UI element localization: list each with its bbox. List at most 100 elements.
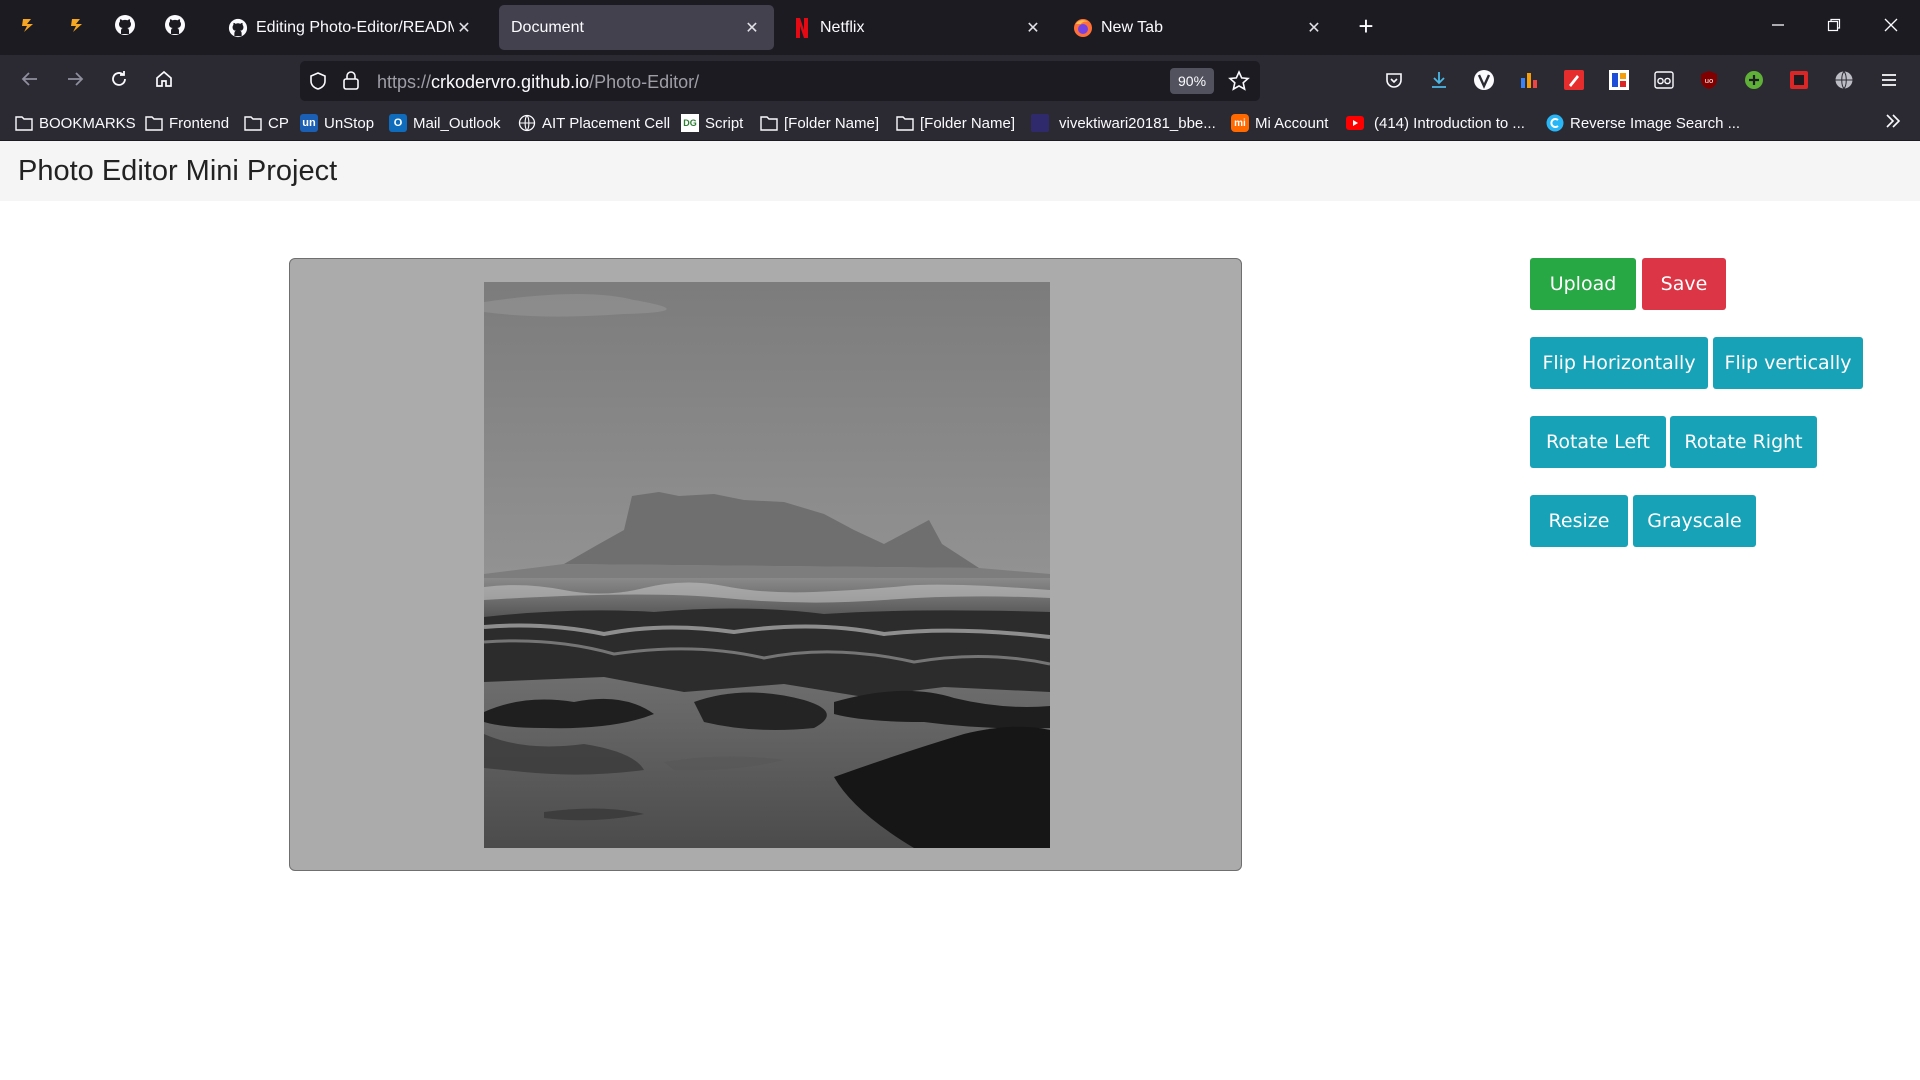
home-button[interactable] xyxy=(147,64,181,98)
tracking-shield-icon[interactable] xyxy=(308,71,328,96)
tab-document[interactable]: Document ✕ xyxy=(499,5,774,50)
downloads-icon[interactable] xyxy=(1427,68,1451,92)
tab-title: New Tab xyxy=(1101,18,1163,36)
close-window-button[interactable] xyxy=(1871,10,1911,44)
pinned-tab-2[interactable] xyxy=(63,13,91,41)
rotate-left-button[interactable]: Rotate Left xyxy=(1530,416,1666,468)
bookmark-label: Mi Account xyxy=(1255,114,1329,132)
add-extension-icon[interactable] xyxy=(1742,68,1766,92)
bookmark-label: Reverse Image Search ... xyxy=(1570,114,1741,132)
color-extension-icon[interactable] xyxy=(1607,68,1631,92)
netflix-icon xyxy=(792,17,812,38)
ublock-origin-icon[interactable]: uo xyxy=(1697,68,1721,92)
reverse-search-icon xyxy=(1546,114,1564,132)
bookmark-label: [Folder Name] xyxy=(920,114,1016,132)
highlighter-extension-icon[interactable] xyxy=(1562,68,1586,92)
vimium-extension-icon[interactable] xyxy=(1472,68,1496,92)
bookmark-reverse-image[interactable]: Reverse Image Search ... xyxy=(1546,112,1740,134)
pinned-tab-github-1[interactable] xyxy=(111,13,139,41)
pinned-tab-github-2[interactable] xyxy=(161,13,189,41)
tab-new-tab[interactable]: New Tab ✕ xyxy=(1061,5,1336,50)
url-text[interactable]: https://crkodervro.github.io/Photo-Edito… xyxy=(377,72,699,93)
lightning-icon xyxy=(68,16,86,39)
rotate-right-button[interactable]: Rotate Right xyxy=(1670,416,1817,468)
chart-extension-icon[interactable] xyxy=(1517,68,1541,92)
bookmark-mail-outlook[interactable]: O Mail_Outlook xyxy=(389,112,501,134)
bookmark-frontend[interactable]: Frontend xyxy=(145,112,229,134)
bookmark-vivektiwari[interactable]: vivektiwari20181_bbe... xyxy=(1031,112,1216,134)
bookmark-bookmarks[interactable]: BOOKMARKS xyxy=(15,112,136,134)
image-canvas xyxy=(289,258,1242,871)
flip-vertically-button[interactable]: Flip vertically xyxy=(1713,337,1863,389)
bookmark-folder-name-2[interactable]: [Folder Name] xyxy=(896,112,1015,134)
address-bar[interactable]: https://crkodervro.github.io/Photo-Edito… xyxy=(300,61,1260,101)
tab-netflix[interactable]: Netflix ✕ xyxy=(780,5,1055,50)
folder-icon xyxy=(15,114,33,132)
bookmark-label: BOOKMARKS xyxy=(39,114,136,132)
globe-extension-icon[interactable] xyxy=(1832,68,1856,92)
page-header: Photo Editor Mini Project xyxy=(0,141,1920,201)
github-icon xyxy=(114,14,136,41)
folder-icon xyxy=(145,114,163,132)
bookmark-cp[interactable]: CP xyxy=(244,112,289,134)
site-icon xyxy=(1031,114,1049,132)
globe-icon xyxy=(518,114,536,132)
outlook-icon: O xyxy=(389,114,407,132)
grayscale-button[interactable]: Grayscale xyxy=(1633,495,1756,547)
youtube-icon xyxy=(1346,114,1364,132)
minimize-button[interactable] xyxy=(1758,10,1798,44)
home-icon xyxy=(154,69,174,94)
bookmark-label: vivektiwari20181_bbe... xyxy=(1059,114,1216,132)
tab-title: Netflix xyxy=(820,18,865,36)
back-arrow-icon xyxy=(20,69,40,94)
mi-icon: mi xyxy=(1231,114,1249,132)
close-tab-icon[interactable]: ✕ xyxy=(1304,18,1324,38)
restore-icon xyxy=(1827,18,1841,37)
lock-icon[interactable] xyxy=(342,70,360,95)
reload-button[interactable] xyxy=(102,64,136,98)
close-tab-icon[interactable]: ✕ xyxy=(454,18,474,38)
bookmark-label: CP xyxy=(268,114,289,132)
bookmark-ait-placement[interactable]: AIT Placement Cell xyxy=(518,112,670,134)
back-button[interactable] xyxy=(13,64,47,98)
firefox-icon xyxy=(1073,18,1093,38)
close-tab-icon[interactable]: ✕ xyxy=(1023,18,1043,38)
flip-horizontally-button[interactable]: Flip Horizontally xyxy=(1530,337,1708,389)
bookmark-label: [Folder Name] xyxy=(784,114,880,132)
new-tab-button[interactable]: + xyxy=(1352,13,1380,41)
hamburger-menu-icon[interactable] xyxy=(1877,68,1901,92)
folder-icon xyxy=(760,114,778,132)
tab-title: Document xyxy=(511,18,584,36)
zoom-level[interactable]: 90% xyxy=(1170,68,1215,94)
save-button[interactable]: Save xyxy=(1642,258,1726,310)
tab-title: Editing Photo-Editor/README.md xyxy=(256,18,454,36)
lightning-icon xyxy=(19,16,37,39)
pinned-tab-1[interactable] xyxy=(14,13,42,41)
bookmark-folder-name-1[interactable]: [Folder Name] xyxy=(760,112,879,134)
reader-extension-icon[interactable] xyxy=(1652,68,1676,92)
upload-button[interactable]: Upload xyxy=(1530,258,1636,310)
tab-readme[interactable]: Editing Photo-Editor/README.md ✕ xyxy=(216,5,486,50)
bookmarks-overflow-button[interactable] xyxy=(1884,112,1902,134)
url-path: /Photo-Editor/ xyxy=(589,72,700,92)
pocket-icon[interactable] xyxy=(1382,68,1406,92)
forward-arrow-icon xyxy=(65,69,85,94)
minimize-icon xyxy=(1771,18,1785,37)
url-scheme: https:// xyxy=(377,72,432,92)
bookmark-mi-account[interactable]: mi Mi Account xyxy=(1231,112,1328,134)
resize-button[interactable]: Resize xyxy=(1530,495,1628,547)
bookmark-youtube[interactable]: (414) Introduction to ... xyxy=(1346,112,1525,134)
github-icon xyxy=(228,18,248,38)
bookmark-star-icon[interactable] xyxy=(1228,70,1250,97)
reload-icon xyxy=(109,69,129,94)
unstop-icon: un xyxy=(300,114,318,132)
restore-button[interactable] xyxy=(1814,10,1854,44)
bookmark-unstop[interactable]: un UnStop xyxy=(300,112,374,134)
forward-button[interactable] xyxy=(58,64,92,98)
close-tab-icon[interactable]: ✕ xyxy=(742,18,762,38)
bookmark-script[interactable]: DG Script xyxy=(681,112,743,134)
dark-reader-icon[interactable] xyxy=(1787,68,1811,92)
chevron-double-right-icon xyxy=(1884,112,1902,134)
landscape-photo xyxy=(484,282,1050,848)
bookmark-label: Script xyxy=(705,114,744,132)
